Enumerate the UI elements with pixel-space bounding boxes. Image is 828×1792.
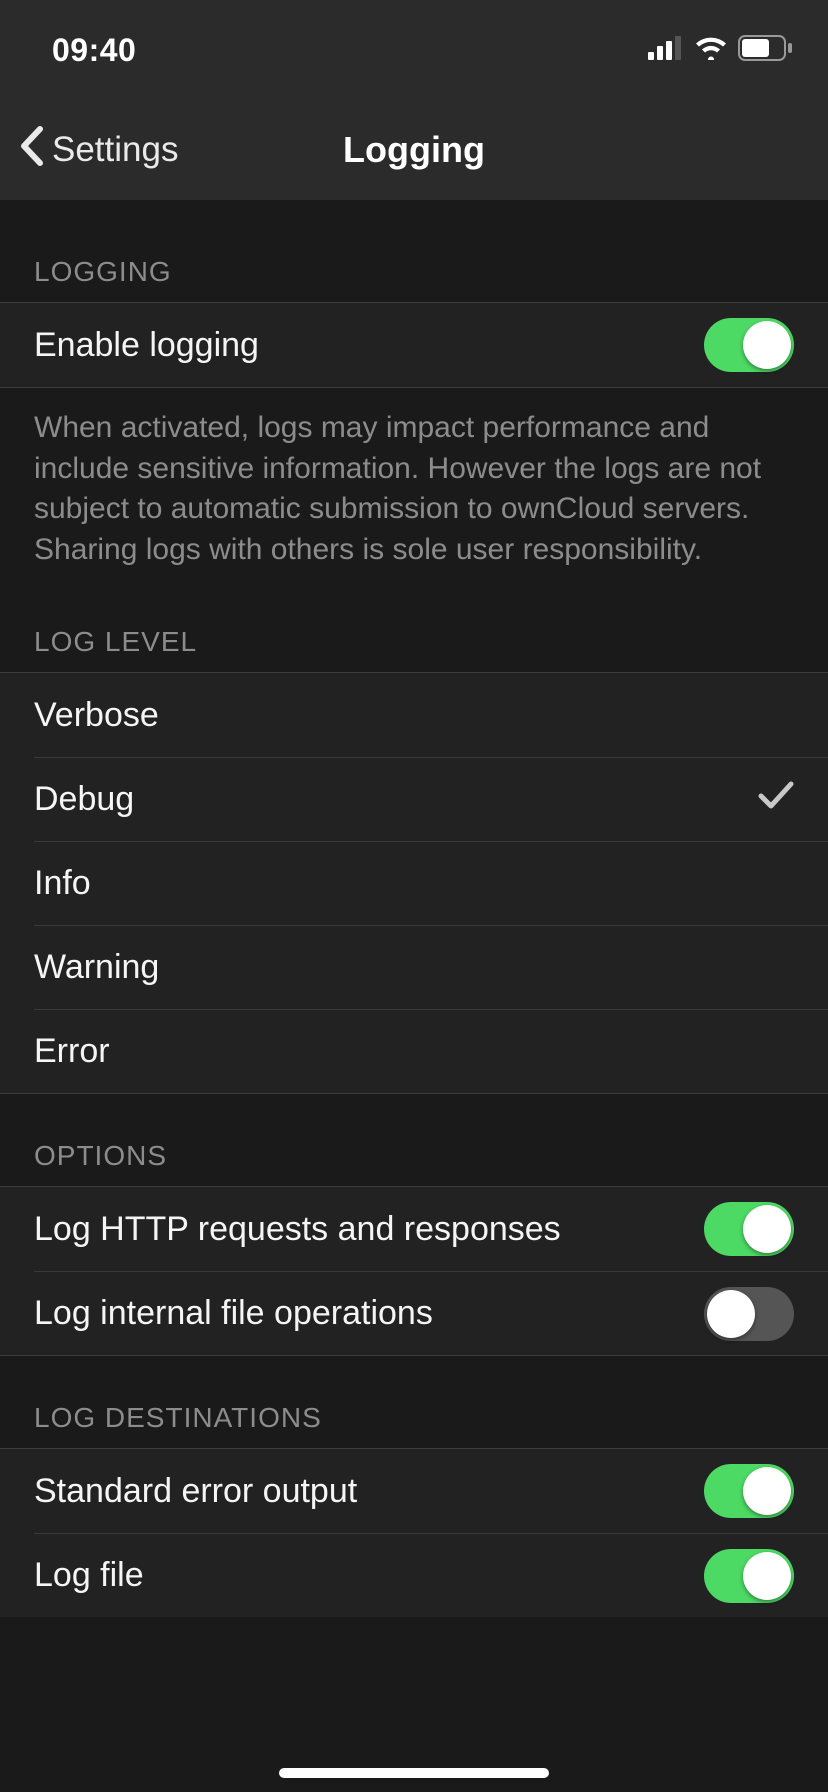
log-http-switch[interactable] (704, 1202, 794, 1256)
log-file-label: Log file (34, 1556, 144, 1595)
log-file-switch[interactable] (704, 1549, 794, 1603)
section-footer-logging: When activated, logs may impact performa… (0, 388, 828, 580)
log-fileops-switch[interactable] (704, 1287, 794, 1341)
row-log-level-warning[interactable]: Warning (34, 925, 828, 1009)
section-header-logging: LOGGING (0, 200, 828, 302)
status-time: 09:40 (52, 32, 136, 69)
group-destinations: Standard error output Log file (0, 1448, 828, 1617)
battery-icon (738, 35, 794, 66)
log-fileops-label: Log internal file operations (34, 1294, 433, 1333)
row-log-level-error[interactable]: Error (34, 1009, 828, 1093)
section-header-log-level: LOG LEVEL (0, 580, 828, 672)
stderr-label: Standard error output (34, 1472, 357, 1511)
log-level-label: Warning (34, 948, 159, 987)
row-log-level-info[interactable]: Info (34, 841, 828, 925)
log-level-label: Debug (34, 780, 134, 819)
back-label: Settings (52, 130, 178, 170)
group-options: Log HTTP requests and responses Log inte… (0, 1186, 828, 1356)
wifi-icon (694, 36, 728, 65)
log-level-label: Verbose (34, 696, 159, 735)
group-logging: Enable logging (0, 302, 828, 388)
stderr-switch[interactable] (704, 1464, 794, 1518)
back-button[interactable]: Settings (18, 125, 343, 176)
row-log-level-verbose[interactable]: Verbose (0, 673, 828, 757)
group-log-level: Verbose Debug Info Warning Error (0, 672, 828, 1094)
row-stderr[interactable]: Standard error output (0, 1449, 828, 1533)
home-indicator[interactable] (279, 1768, 549, 1778)
log-level-label: Error (34, 1032, 110, 1071)
status-bar: 09:40 (0, 0, 828, 100)
row-log-fileops[interactable]: Log internal file operations (34, 1271, 828, 1355)
enable-logging-label: Enable logging (34, 326, 259, 365)
page-title: Logging (343, 129, 485, 171)
row-log-level-debug[interactable]: Debug (34, 757, 828, 841)
section-header-destinations: LOG DESTINATIONS (0, 1356, 828, 1448)
row-log-file[interactable]: Log file (34, 1533, 828, 1617)
chevron-left-icon (18, 125, 44, 176)
log-level-label: Info (34, 864, 91, 903)
checkmark-icon (758, 780, 794, 819)
row-enable-logging[interactable]: Enable logging (0, 303, 828, 387)
cellular-icon (648, 36, 684, 65)
enable-logging-switch[interactable] (704, 318, 794, 372)
row-log-http[interactable]: Log HTTP requests and responses (0, 1187, 828, 1271)
log-http-label: Log HTTP requests and responses (34, 1210, 561, 1249)
nav-bar: Settings Logging (0, 100, 828, 200)
status-indicators (648, 35, 794, 66)
section-header-options: OPTIONS (0, 1094, 828, 1186)
